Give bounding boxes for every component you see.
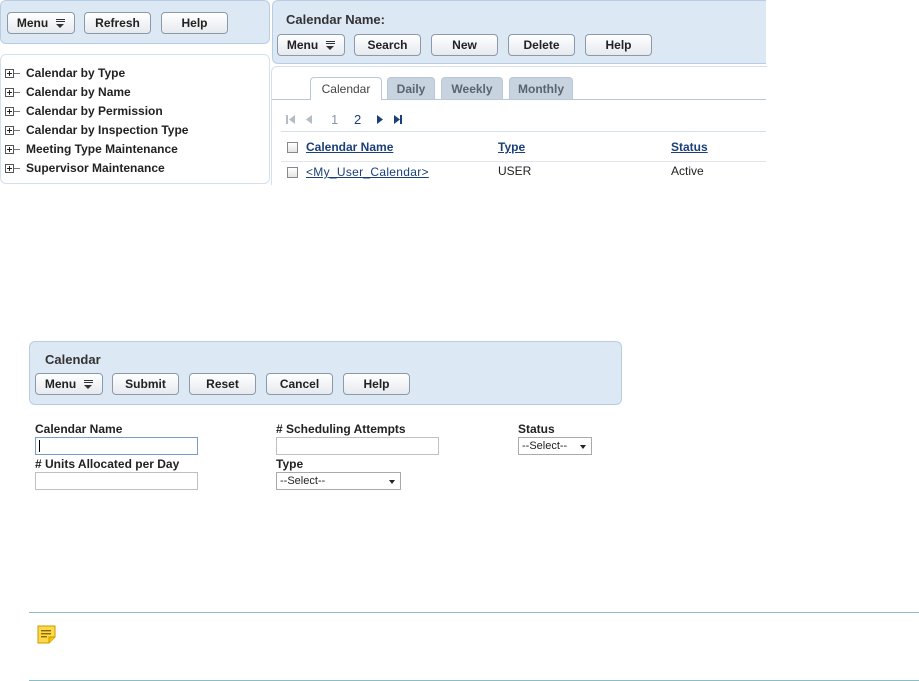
tree-item-label[interactable]: Calendar by Type bbox=[26, 66, 125, 80]
refresh-button[interactable]: Refresh bbox=[84, 12, 151, 34]
page-link-2[interactable]: 2 bbox=[354, 112, 361, 127]
menu-dropdown-icon bbox=[326, 40, 336, 50]
cancel-button[interactable]: Cancel bbox=[266, 373, 333, 395]
left-help-button[interactable]: Help bbox=[161, 12, 228, 34]
expand-icon[interactable] bbox=[5, 106, 14, 116]
column-header-calendar-name[interactable]: Calendar Name bbox=[306, 140, 393, 154]
tree-connector bbox=[14, 129, 20, 131]
form-help-button[interactable]: Help bbox=[343, 373, 410, 395]
left-toolbar: Menu Refresh Help bbox=[0, 0, 270, 44]
tree-connector bbox=[14, 72, 20, 74]
tree-connector bbox=[14, 148, 20, 150]
status-select-value: --Select-- bbox=[522, 440, 568, 452]
type-select-value: --Select-- bbox=[280, 475, 326, 487]
page-link-1[interactable]: 1 bbox=[331, 112, 338, 127]
left-menu-button[interactable]: Menu bbox=[7, 12, 75, 34]
tree-item-label[interactable]: Calendar by Permission bbox=[26, 104, 163, 118]
select-all-checkbox[interactable] bbox=[287, 142, 298, 153]
tab-weekly[interactable]: Weekly bbox=[441, 77, 503, 99]
status-select[interactable]: --Select-- bbox=[518, 437, 592, 455]
calendar-search-panel: Calendar Name: Menu Search New Delete He… bbox=[272, 0, 766, 64]
chevron-down-icon bbox=[389, 480, 395, 484]
row-type: USER bbox=[498, 164, 532, 178]
scheduling-attempts-label: # Scheduling Attempts bbox=[276, 422, 406, 436]
units-allocated-label: # Units Allocated per Day bbox=[35, 457, 180, 471]
tree-connector bbox=[14, 167, 20, 169]
tree-item-label[interactable]: Meeting Type Maintenance bbox=[26, 142, 178, 156]
row-status: Active bbox=[671, 164, 704, 178]
row-calendar-name-link[interactable]: <My_User_Calendar> bbox=[306, 165, 429, 179]
type-label: Type bbox=[276, 457, 304, 471]
results-table: Calendar Name Type Status <My_User_Calen… bbox=[281, 131, 766, 185]
previous-page-icon[interactable] bbox=[304, 114, 314, 125]
tree-item-meeting-type-maintenance[interactable]: Meeting Type Maintenance bbox=[5, 141, 178, 157]
table-header-row: Calendar Name Type Status bbox=[281, 132, 766, 162]
note-top-divider bbox=[29, 612, 919, 613]
submit-button[interactable]: Submit bbox=[112, 373, 179, 395]
tree-item-calendar-by-inspection-type[interactable]: Calendar by Inspection Type bbox=[5, 122, 188, 138]
expand-icon[interactable] bbox=[5, 68, 14, 78]
tree-connector bbox=[14, 91, 20, 93]
last-page-icon[interactable] bbox=[393, 114, 403, 125]
column-header-type[interactable]: Type bbox=[498, 140, 525, 154]
form-menu-label: Menu bbox=[44, 377, 77, 391]
navigation-tree: Calendar by Type Calendar by Name Calend… bbox=[0, 54, 270, 184]
expand-icon[interactable] bbox=[5, 125, 14, 135]
next-page-icon[interactable] bbox=[375, 114, 385, 125]
first-page-icon[interactable] bbox=[286, 114, 296, 125]
calendar-form-panel: Calendar Menu Submit Reset Cancel Help bbox=[29, 341, 622, 405]
note-icon[interactable] bbox=[37, 625, 57, 644]
tree-item-calendar-by-type[interactable]: Calendar by Type bbox=[5, 65, 125, 81]
top-menu-button[interactable]: Menu bbox=[277, 34, 345, 56]
row-checkbox[interactable] bbox=[287, 167, 298, 178]
tab-daily[interactable]: Daily bbox=[387, 77, 435, 99]
tree-item-calendar-by-permission[interactable]: Calendar by Permission bbox=[5, 103, 163, 119]
chevron-down-icon bbox=[580, 445, 586, 449]
tree-item-label[interactable]: Supervisor Maintenance bbox=[26, 161, 165, 175]
form-menu-button[interactable]: Menu bbox=[35, 373, 103, 395]
menu-dropdown-icon bbox=[56, 18, 66, 28]
tree-item-calendar-by-name[interactable]: Calendar by Name bbox=[5, 84, 131, 100]
top-menu-label: Menu bbox=[286, 38, 319, 52]
reset-button[interactable]: Reset bbox=[189, 373, 256, 395]
text-cursor bbox=[39, 440, 40, 452]
expand-icon[interactable] bbox=[5, 163, 14, 173]
top-help-button[interactable]: Help bbox=[585, 34, 652, 56]
panel-title: Calendar Name: bbox=[286, 12, 385, 27]
calendar-name-label: Calendar Name bbox=[35, 422, 123, 436]
column-header-status[interactable]: Status bbox=[671, 140, 708, 154]
delete-button[interactable]: Delete bbox=[508, 34, 575, 56]
scheduling-attempts-input[interactable] bbox=[276, 437, 439, 455]
menu-dropdown-icon bbox=[84, 379, 94, 389]
tab-calendar[interactable]: Calendar bbox=[310, 77, 382, 100]
search-button[interactable]: Search bbox=[354, 34, 421, 56]
tree-item-label[interactable]: Calendar by Name bbox=[26, 85, 131, 99]
tree-item-label[interactable]: Calendar by Inspection Type bbox=[26, 123, 188, 137]
left-menu-label: Menu bbox=[16, 16, 49, 30]
expand-icon[interactable] bbox=[5, 144, 14, 154]
tree-connector bbox=[14, 110, 20, 112]
status-label: Status bbox=[518, 422, 555, 436]
type-select[interactable]: --Select-- bbox=[276, 472, 401, 490]
units-allocated-input[interactable] bbox=[35, 472, 198, 490]
new-button[interactable]: New bbox=[431, 34, 498, 56]
tab-monthly[interactable]: Monthly bbox=[509, 77, 573, 99]
expand-icon[interactable] bbox=[5, 87, 14, 97]
form-panel-title: Calendar bbox=[45, 352, 101, 367]
table-row: <My_User_Calendar> USER Active bbox=[281, 162, 766, 184]
calendar-name-input[interactable] bbox=[35, 437, 198, 455]
tree-item-supervisor-maintenance[interactable]: Supervisor Maintenance bbox=[5, 160, 165, 176]
